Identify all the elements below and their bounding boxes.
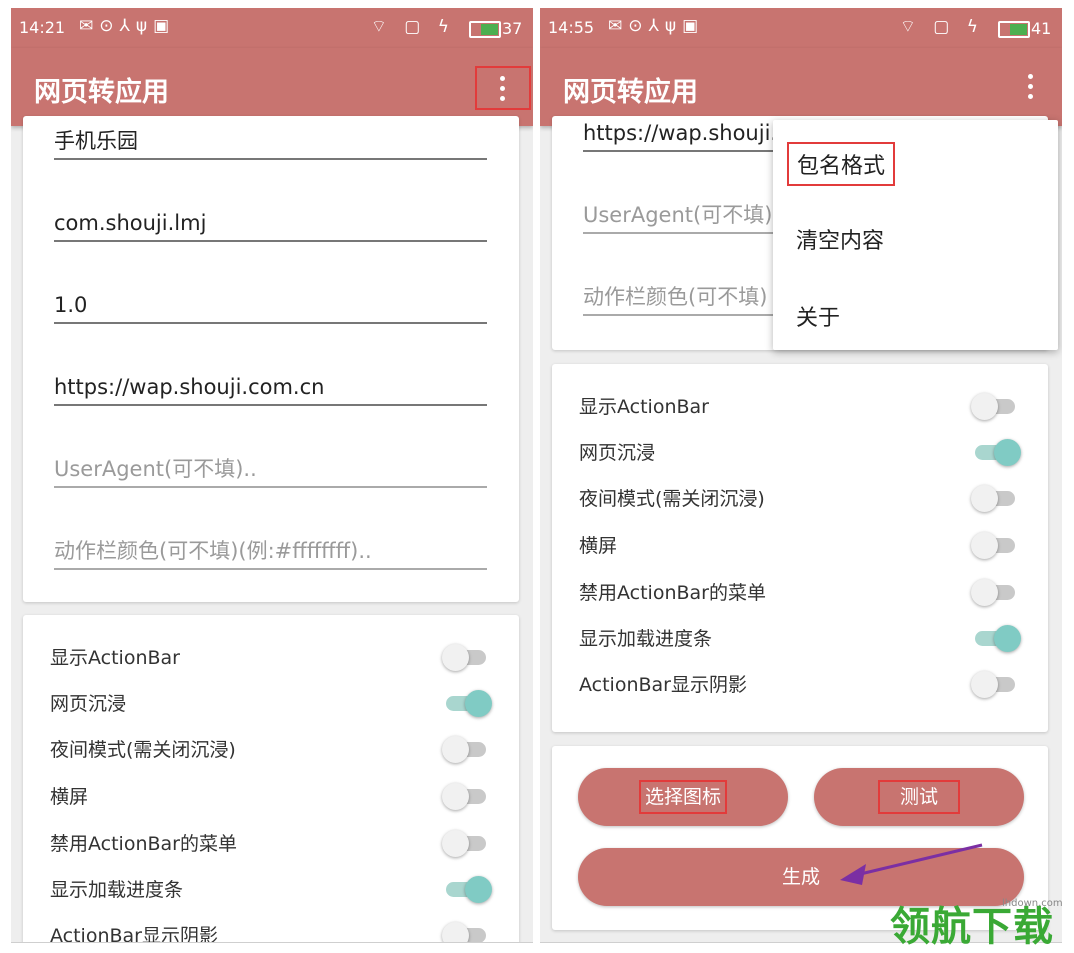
wifi-icon: ⌔ ▢ ϟ xyxy=(899,17,984,37)
option-immersive: 网页沉浸 xyxy=(579,436,1021,466)
status-time: 14:21 xyxy=(19,18,66,37)
overflow-menu-button[interactable] xyxy=(1002,66,1062,110)
choose-icon-label: 选择图标 xyxy=(638,780,727,814)
option-label: 横屏 xyxy=(50,786,89,808)
option-label: 显示加载进度条 xyxy=(50,879,184,901)
option-label: 网页沉浸 xyxy=(579,442,656,464)
toggle-switch[interactable] xyxy=(442,644,490,671)
option-label: 显示加载进度条 xyxy=(579,628,713,650)
option-label: 显示ActionBar xyxy=(579,396,709,418)
option-disable-menu: 禁用ActionBar的菜单 xyxy=(50,827,490,857)
more-vert-icon xyxy=(1028,74,1033,104)
choose-icon-button[interactable]: 选择图标 xyxy=(578,768,788,826)
notification-icons: ✉⊙⅄ψ▣ xyxy=(79,16,176,36)
test-label: 测试 xyxy=(877,780,960,814)
toggle-switch[interactable] xyxy=(971,579,1019,606)
generate-label: 生成 xyxy=(781,866,820,888)
option-label: 夜间模式(需关闭沉浸) xyxy=(579,488,765,510)
option-immersive: 网页沉浸 xyxy=(50,687,492,717)
app-name-field[interactable]: 手机乐园 xyxy=(54,126,487,160)
toggle-switch[interactable] xyxy=(444,876,492,903)
options-card: 显示ActionBar 网页沉浸 夜间模式(需关闭沉浸) 横屏 禁用Action… xyxy=(552,364,1048,732)
toggle-switch[interactable] xyxy=(971,671,1019,698)
option-night-mode: 夜间模式(需关闭沉浸) xyxy=(579,482,1019,512)
toggle-switch[interactable] xyxy=(973,439,1021,466)
option-actionbar-shadow: ActionBar显示阴影 xyxy=(50,919,490,943)
option-progress-bar: 显示加载进度条 xyxy=(579,622,1021,652)
form-card: 手机乐园 com.shouji.lmj 1.0 https://wap.shou… xyxy=(23,116,519,602)
option-progress-bar: 显示加载进度条 xyxy=(50,873,492,903)
menu-item-clear[interactable]: 清空内容 xyxy=(796,223,884,255)
menu-item-about[interactable]: 关于 xyxy=(796,300,840,332)
toggle-switch[interactable] xyxy=(442,736,490,763)
status-time: 14:55 xyxy=(548,18,595,37)
status-bar: 14:55 ✉⊙⅄ψ▣ ⌔ ▢ ϟ 41 xyxy=(540,8,1062,48)
option-label: 网页沉浸 xyxy=(50,693,127,715)
option-label: ActionBar显示阴影 xyxy=(579,674,747,696)
option-landscape: 横屏 xyxy=(50,780,490,810)
app-bar: 网页转应用 xyxy=(540,48,1062,126)
app-title: 网页转应用 xyxy=(563,77,698,108)
toggle-switch[interactable] xyxy=(971,393,1019,420)
toggle-switch[interactable] xyxy=(444,690,492,717)
user-agent-field[interactable]: UserAgent(可不填).. xyxy=(54,454,487,488)
status-bar: 14:21 ✉⊙⅄ψ▣ ⌔ ▢ ϟ 37 xyxy=(11,8,533,48)
package-name-field[interactable]: com.shouji.lmj xyxy=(54,208,487,242)
option-actionbar-shadow: ActionBar显示阴影 xyxy=(579,668,1019,698)
options-card: 显示ActionBar 网页沉浸 夜间模式(需关闭沉浸) 横屏 禁用Action… xyxy=(23,615,519,943)
option-label: 横屏 xyxy=(579,535,618,557)
battery-level: 37 xyxy=(502,19,523,38)
battery-icon: 41 xyxy=(998,19,1051,38)
option-label: 禁用ActionBar的菜单 xyxy=(579,582,766,604)
menu-item-package-format[interactable]: 包名格式 xyxy=(787,142,896,186)
option-label: 显示ActionBar xyxy=(50,647,180,669)
battery-level: 41 xyxy=(1031,19,1052,38)
test-button[interactable]: 测试 xyxy=(814,768,1024,826)
option-landscape: 横屏 xyxy=(579,529,1019,559)
overflow-menu: 包名格式 清空内容 关于 xyxy=(773,120,1058,350)
option-label: 夜间模式(需关闭沉浸) xyxy=(50,739,236,761)
toggle-switch[interactable] xyxy=(442,830,490,857)
battery-icon: 37 xyxy=(469,19,522,38)
overflow-menu-button[interactable] xyxy=(475,66,531,110)
actionbar-color-field[interactable]: 动作栏颜色(可不填)(例:#ffffffff).. xyxy=(54,536,487,570)
url-field[interactable]: https://wap.shouji.com.cn xyxy=(54,372,487,406)
option-show-actionbar: 显示ActionBar xyxy=(579,390,1019,420)
toggle-switch[interactable] xyxy=(442,922,490,942)
option-disable-menu: 禁用ActionBar的菜单 xyxy=(579,576,1019,606)
toggle-switch[interactable] xyxy=(971,485,1019,512)
watermark-url: lhdown.com xyxy=(1002,898,1063,909)
toggle-switch[interactable] xyxy=(971,532,1019,559)
phone-screen-right: 14:55 ✉⊙⅄ψ▣ ⌔ ▢ ϟ 41 网页转应用 https://wap.s… xyxy=(540,8,1062,943)
version-field[interactable]: 1.0 xyxy=(54,290,487,324)
phone-screen-left: 14:21 ✉⊙⅄ψ▣ ⌔ ▢ ϟ 37 网页转应用 手机乐园 com.shou… xyxy=(11,8,533,943)
more-vert-icon xyxy=(500,76,505,106)
app-bar: 网页转应用 xyxy=(11,48,533,126)
notification-icons: ✉⊙⅄ψ▣ xyxy=(608,16,705,36)
option-show-actionbar: 显示ActionBar xyxy=(50,641,490,671)
option-night-mode: 夜间模式(需关闭沉浸) xyxy=(50,733,490,763)
wifi-icon: ⌔ ▢ ϟ xyxy=(370,17,455,37)
toggle-switch[interactable] xyxy=(973,625,1021,652)
app-title: 网页转应用 xyxy=(34,77,169,108)
toggle-switch[interactable] xyxy=(442,783,490,810)
option-label: 禁用ActionBar的菜单 xyxy=(50,833,237,855)
option-label: ActionBar显示阴影 xyxy=(50,925,218,943)
